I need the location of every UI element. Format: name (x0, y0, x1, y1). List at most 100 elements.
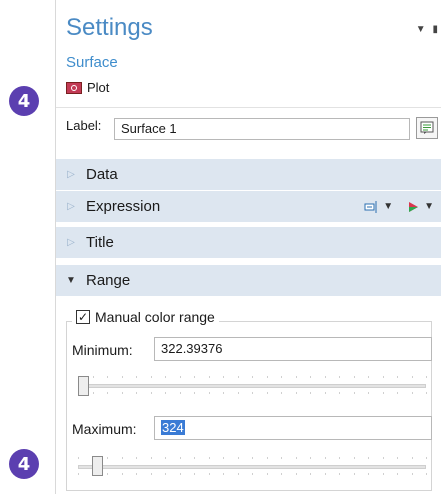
chevron-down-icon: ▼ (383, 201, 394, 212)
maximum-label: Maximum: (72, 421, 137, 437)
slider-tick (266, 473, 268, 475)
slider-tick (136, 457, 137, 459)
slider-tick (310, 457, 311, 459)
slider-tick (382, 376, 384, 378)
slider-tick (194, 392, 195, 394)
section-label: Range (86, 272, 131, 289)
slider-tick (107, 392, 108, 394)
slider-tick (281, 457, 282, 459)
slider-tick (324, 473, 326, 475)
slider-tick (368, 392, 369, 394)
label-reset-button[interactable] (416, 117, 438, 139)
expand-arrow-icon: ▷ (67, 201, 75, 212)
slider-tick (339, 376, 340, 378)
slider-tick (179, 457, 181, 459)
slider-tick (208, 473, 210, 475)
slider-tick (92, 376, 94, 378)
minimum-slider-thumb[interactable] (78, 376, 89, 396)
step-badge-number: 4 (17, 90, 31, 112)
slider-tick (382, 457, 384, 459)
slider-tick (353, 392, 355, 394)
insert-expression-button[interactable]: ▼ (364, 200, 393, 214)
slider-tick (165, 392, 166, 394)
slider-tick (295, 473, 297, 475)
slider-tick (150, 392, 152, 394)
slider-tick (237, 457, 239, 459)
step-badge-number: 4 (17, 453, 31, 475)
slider-tick (208, 392, 210, 394)
slider-tick (78, 457, 79, 459)
slider-tick (397, 473, 398, 475)
slider-tick (353, 473, 355, 475)
section-data[interactable]: ▷ Data (56, 159, 441, 191)
slider-tick (382, 392, 384, 394)
checkbox[interactable]: ✓ (76, 310, 90, 324)
section-label: Expression (86, 198, 161, 215)
slider-tick (252, 392, 253, 394)
minimum-slider-track[interactable] (78, 384, 426, 388)
maximum-slider-track[interactable] (78, 465, 426, 469)
plot-button[interactable]: Plot (66, 80, 109, 95)
slider-tick (252, 457, 253, 459)
slider-tick (426, 392, 427, 394)
label-input[interactable]: Surface 1 (114, 118, 410, 140)
slider-tick (310, 376, 311, 378)
slider-tick (237, 392, 239, 394)
slider-tick (281, 473, 282, 475)
slider-tick (179, 473, 181, 475)
pin-icon[interactable]: ▮ (432, 24, 438, 35)
maximum-input[interactable]: 324 (154, 416, 432, 440)
slider-tick (324, 376, 326, 378)
manual-color-range-checkbox[interactable]: ✓ Manual color range (72, 309, 219, 325)
slider-tick (339, 473, 340, 475)
window-controls[interactable]: ▼ ▮ (416, 24, 438, 35)
dropdown-icon[interactable]: ▼ (416, 24, 426, 35)
slider-tick (121, 457, 123, 459)
slider-tick (194, 473, 195, 475)
slider-tick (179, 392, 181, 394)
slider-tick (281, 392, 282, 394)
step-badge-top: 4 (9, 86, 39, 116)
section-expression[interactable]: ▷ Expression ▼ ▼ (56, 191, 441, 223)
slider-tick (165, 376, 166, 378)
slider-tick (266, 457, 268, 459)
maximum-slider-thumb[interactable] (92, 456, 103, 476)
slider-tick (397, 392, 398, 394)
slider-tick (411, 457, 413, 459)
slider-tick (121, 392, 123, 394)
slider-tick (266, 376, 268, 378)
slider-tick (310, 392, 311, 394)
slider-tick (281, 376, 282, 378)
minimum-input[interactable]: 322.39376 (154, 337, 432, 361)
slider-tick (136, 473, 137, 475)
slider-tick (353, 457, 355, 459)
slider-tick (295, 392, 297, 394)
section-title[interactable]: ▷ Title (56, 227, 441, 259)
slider-tick (266, 392, 268, 394)
slider-tick (368, 457, 369, 459)
slider-tick (223, 457, 224, 459)
replace-expression-button[interactable]: ▼ (407, 200, 434, 214)
slider-tick (179, 376, 181, 378)
slider-tick (208, 376, 210, 378)
slider-tick (165, 457, 166, 459)
slider-tick (426, 376, 427, 378)
replace-expression-icon (409, 201, 419, 212)
slider-tick (411, 392, 413, 394)
slider-tick (194, 376, 195, 378)
section-label: Title (86, 234, 114, 251)
slider-tick (324, 392, 326, 394)
slider-tick (107, 473, 108, 475)
slider-tick (339, 457, 340, 459)
edit-label-icon (420, 121, 434, 134)
slider-tick (208, 457, 210, 459)
section-label: Data (86, 166, 118, 183)
plot-icon (66, 81, 82, 94)
slider-tick (310, 473, 311, 475)
slider-tick (368, 376, 369, 378)
checkbox-label: Manual color range (95, 309, 215, 325)
slider-tick (150, 376, 152, 378)
slider-tick (150, 457, 152, 459)
section-range[interactable]: ▼ Range (56, 265, 441, 297)
node-type-label: Surface (66, 54, 118, 71)
